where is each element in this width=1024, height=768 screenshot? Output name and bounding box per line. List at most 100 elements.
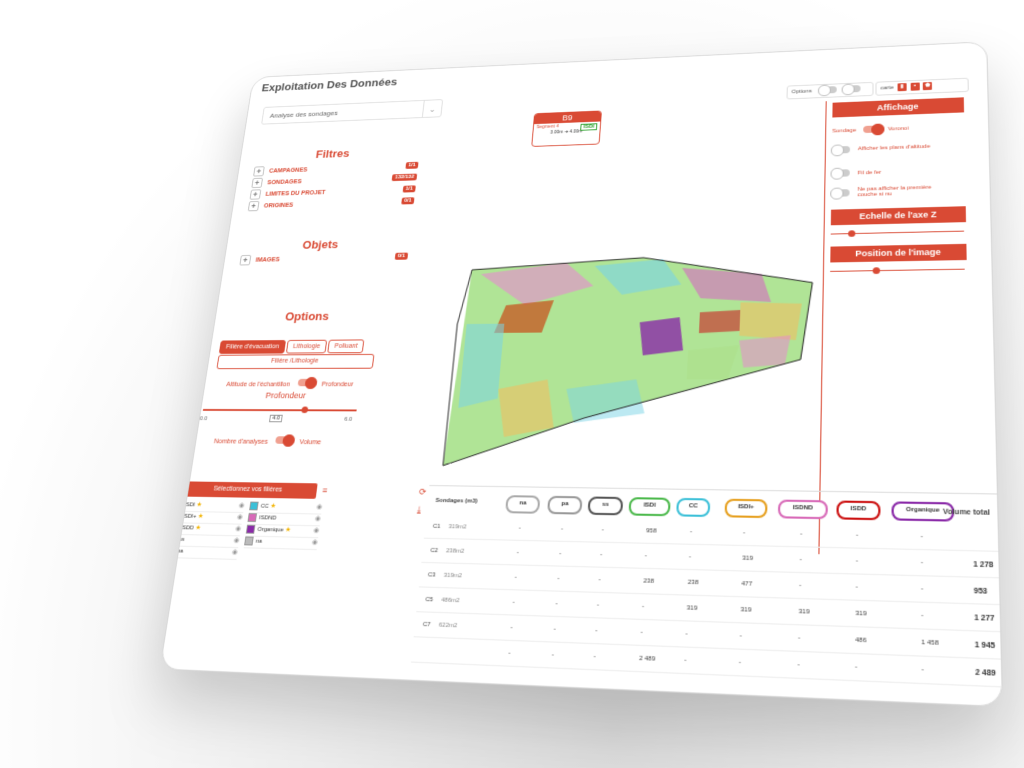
- table-cell: -: [641, 603, 645, 611]
- table-cell: -: [599, 552, 603, 559]
- polygon-icon[interactable]: ⬟: [923, 81, 933, 91]
- altitude-profondeur-toggle[interactable]: [297, 376, 318, 389]
- plans-toggle[interactable]: [830, 144, 851, 157]
- premiere-toggle[interactable]: [830, 187, 850, 200]
- table-cell: -: [593, 653, 596, 661]
- voronoi-cell: [739, 301, 802, 341]
- table-cell: 2 489: [638, 655, 656, 663]
- expand-icon[interactable]: +: [247, 200, 260, 212]
- table-cell: -: [518, 525, 521, 532]
- row-id: C3: [427, 572, 436, 579]
- row-total: 1 945: [974, 641, 996, 651]
- tab-lithologie[interactable]: Lithologie: [285, 339, 328, 354]
- row-total: 2 489: [975, 669, 996, 678]
- select-filieres-button[interactable]: Sélectionnez vos filières: [178, 481, 318, 499]
- expand-icon[interactable]: +: [251, 177, 264, 189]
- column-header[interactable]: ISDI+: [724, 498, 768, 519]
- star-icon[interactable]: ★: [197, 513, 204, 520]
- column-header[interactable]: na: [505, 495, 541, 514]
- altitude-label: Altitude de l'échantillon: [225, 381, 291, 389]
- star-icon[interactable]: ★: [195, 525, 202, 532]
- table-cell: -: [689, 529, 693, 536]
- column-header[interactable]: pa: [547, 495, 583, 515]
- eye-icon[interactable]: ◉: [231, 548, 238, 556]
- profondeur-label: Profondeur: [321, 381, 354, 389]
- analyses-volume-toggle[interactable]: [275, 434, 296, 447]
- tab-filiere[interactable]: Filière d'évacuation: [218, 340, 287, 354]
- column-header[interactable]: CC: [676, 497, 711, 518]
- table-cell: -: [920, 533, 923, 541]
- table-cell: -: [797, 661, 800, 669]
- image-position-slider-handle[interactable]: [872, 267, 880, 275]
- eye-icon[interactable]: ◉: [313, 526, 320, 534]
- eye-icon[interactable]: ◉: [235, 525, 242, 533]
- objects-item-images[interactable]: + IMAGES 0/1: [239, 252, 409, 267]
- sort-icon[interactable]: ≡: [322, 485, 328, 495]
- legend-label: ISDD: [180, 525, 195, 532]
- legend-item[interactable]: na ◉: [243, 536, 319, 551]
- expand-icon[interactable]: +: [249, 189, 262, 200]
- analysis-select[interactable]: Analyse des sondages ⌄: [261, 99, 444, 125]
- legend-label: Organique: [257, 527, 284, 534]
- star-icon[interactable]: ★: [270, 503, 277, 510]
- eye-icon[interactable]: ◉: [311, 538, 318, 546]
- expand-icon[interactable]: +: [239, 254, 252, 266]
- star-icon[interactable]: ★: [285, 527, 292, 534]
- fil-toggle[interactable]: [830, 167, 850, 180]
- image-position-slider[interactable]: [830, 267, 965, 275]
- voronoi-label: Voronoi: [887, 125, 909, 132]
- map-icon[interactable]: ▮: [897, 82, 907, 92]
- image-icon[interactable]: ▪: [910, 82, 920, 91]
- download-icon[interactable]: ⤓: [417, 505, 422, 516]
- eye-icon[interactable]: ◉: [314, 514, 321, 522]
- table-cell: -: [688, 554, 692, 561]
- analysis-select-value: Analyse des sondages: [269, 109, 339, 120]
- eye-icon[interactable]: ◉: [316, 503, 323, 511]
- table-cell: -: [516, 550, 519, 557]
- arrow-right-icon: ➜: [564, 129, 569, 135]
- row-area: 486m2: [440, 597, 460, 605]
- legend-label: ISDND: [258, 515, 277, 522]
- filter-item-label: ORIGINES: [263, 202, 294, 210]
- table-cell: -: [742, 530, 746, 537]
- column-header[interactable]: ISDND: [777, 499, 828, 520]
- voronoi-3d-view[interactable]: [431, 245, 823, 491]
- star-icon[interactable]: ★: [196, 502, 203, 509]
- options-toggle-1[interactable]: [818, 84, 838, 97]
- sondage-voronoi-toggle[interactable]: [862, 123, 885, 136]
- column-header[interactable]: ss: [587, 496, 624, 516]
- table-cell: -: [799, 556, 802, 564]
- filter-item-label: SONDAGES: [266, 178, 302, 186]
- sondage-card[interactable]: B9 Segment 4 ISDI 3.00m ➜ 4.00m: [531, 110, 602, 147]
- filter-item-label: LIMITES DU PROJET: [265, 189, 326, 198]
- table-cell: -: [799, 582, 802, 590]
- options-toggle-2[interactable]: [841, 83, 861, 96]
- z-scale-slider[interactable]: [830, 230, 965, 237]
- depth-value[interactable]: 4.0: [269, 414, 284, 423]
- z-scale-slider-handle[interactable]: [848, 230, 856, 237]
- chevron-down-icon: ⌄: [421, 99, 443, 118]
- eye-icon[interactable]: ◉: [237, 513, 244, 521]
- eye-icon[interactable]: ◉: [233, 536, 240, 544]
- premiere-label: Ne pas afficher la première couche si nu: [857, 184, 932, 199]
- row-id: C1: [432, 523, 441, 530]
- tab-filiere-lithologie[interactable]: Filière /Lithologie: [216, 353, 375, 370]
- table-cell: -: [921, 666, 924, 674]
- count-badge: 0/1: [400, 197, 415, 205]
- objects-title: Objets: [301, 237, 340, 252]
- eye-icon[interactable]: ◉: [238, 501, 245, 509]
- refresh-icon[interactable]: ⟳: [418, 487, 427, 498]
- depth-slider[interactable]: [202, 406, 357, 414]
- table-cell: -: [800, 531, 803, 538]
- table-cell: 319: [798, 608, 810, 616]
- table-cell: -: [555, 601, 558, 608]
- column-header[interactable]: ISDI: [628, 497, 671, 517]
- volume-table: Sondages (m3) na pa ss ISDI CC ISDI+ ISDND ISDD…: [407, 485, 1004, 708]
- premiere-row: Ne pas afficher la première couche si nu: [830, 184, 970, 200]
- depth-slider-handle[interactable]: [301, 406, 309, 414]
- tab-polluant[interactable]: Polluant: [327, 339, 365, 354]
- row-area: 319m2: [443, 572, 463, 580]
- expand-icon[interactable]: +: [253, 166, 265, 177]
- carte-toolbar: carte ▮ ▪ ⬟: [875, 77, 969, 96]
- column-header[interactable]: ISDD: [836, 500, 881, 521]
